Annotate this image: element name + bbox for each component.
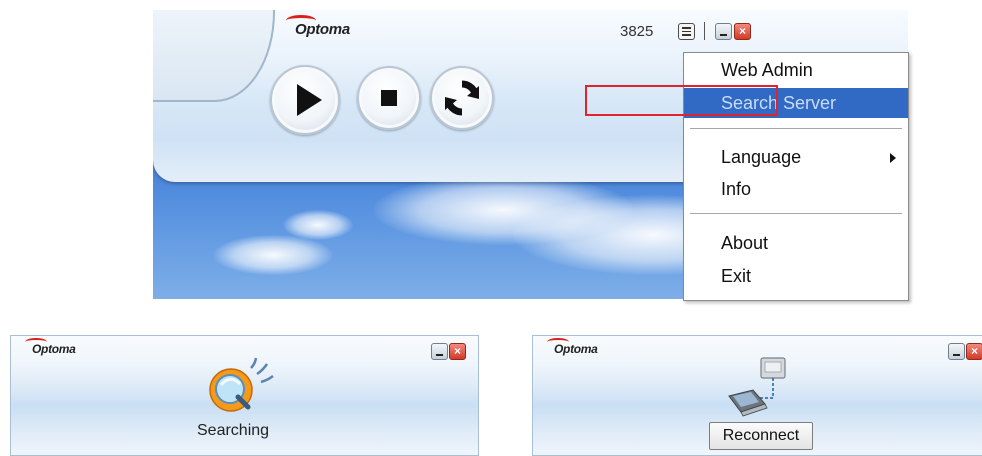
status-label: Searching <box>197 422 270 439</box>
refresh-icon <box>445 80 479 116</box>
menu-item-web-admin[interactable]: Web Admin <box>684 55 908 85</box>
menu-item-search-server[interactable]: Search Server <box>684 88 908 118</box>
context-menu: Web Admin Search Server Language Info Ab… <box>683 52 909 301</box>
minimize-button[interactable] <box>715 23 732 40</box>
stop-icon <box>381 90 397 106</box>
menu-item-label: Search Server <box>721 93 837 113</box>
menu-item-label: Exit <box>721 266 752 286</box>
cloud <box>213 235 333 275</box>
window-decoration <box>153 10 275 102</box>
menu-item-about[interactable]: About <box>684 228 908 258</box>
play-button[interactable] <box>270 65 340 135</box>
minimize-button[interactable] <box>431 343 448 360</box>
close-button[interactable]: × <box>449 343 466 360</box>
menu-item-language[interactable]: Language <box>684 142 908 172</box>
menu-separator <box>690 128 902 130</box>
close-icon: × <box>738 24 746 38</box>
searching-icon <box>209 357 274 412</box>
menu-item-label: Info <box>721 179 752 199</box>
reconnect-window: Optoma × Reconnect <box>532 335 982 456</box>
cloud <box>283 210 353 240</box>
submenu-arrow-icon <box>890 153 896 163</box>
brand-logo: Optoma <box>25 338 76 356</box>
close-icon: × <box>453 344 461 358</box>
close-icon: × <box>970 344 978 358</box>
minimize-button[interactable] <box>948 343 965 360</box>
logo-swoosh <box>286 15 316 26</box>
close-button[interactable]: × <box>734 23 751 40</box>
play-icon <box>297 84 322 116</box>
logo-swoosh <box>547 338 569 346</box>
menu-item-label: Language <box>721 147 802 167</box>
menu-item-exit[interactable]: Exit <box>684 261 908 291</box>
menu-item-label: Web Admin <box>721 60 813 80</box>
brand-logo: Optoma <box>547 338 598 356</box>
menu-icon[interactable] <box>678 23 695 40</box>
menu-item-info[interactable]: Info <box>684 174 908 204</box>
stop-button[interactable] <box>357 66 421 130</box>
network-connection-icon <box>728 357 786 417</box>
logo-swoosh <box>25 338 47 346</box>
toolbar-divider <box>704 22 705 40</box>
reconnect-button[interactable]: Reconnect <box>709 422 813 450</box>
refresh-button[interactable] <box>430 66 494 130</box>
close-button[interactable]: × <box>966 343 982 360</box>
ip-suffix-label: 3825 <box>620 23 654 40</box>
brand-logo: Optoma <box>286 15 350 38</box>
searching-window: Optoma × Searching <box>10 335 479 456</box>
menu-item-label: About <box>721 233 769 253</box>
menu-separator <box>690 213 902 215</box>
